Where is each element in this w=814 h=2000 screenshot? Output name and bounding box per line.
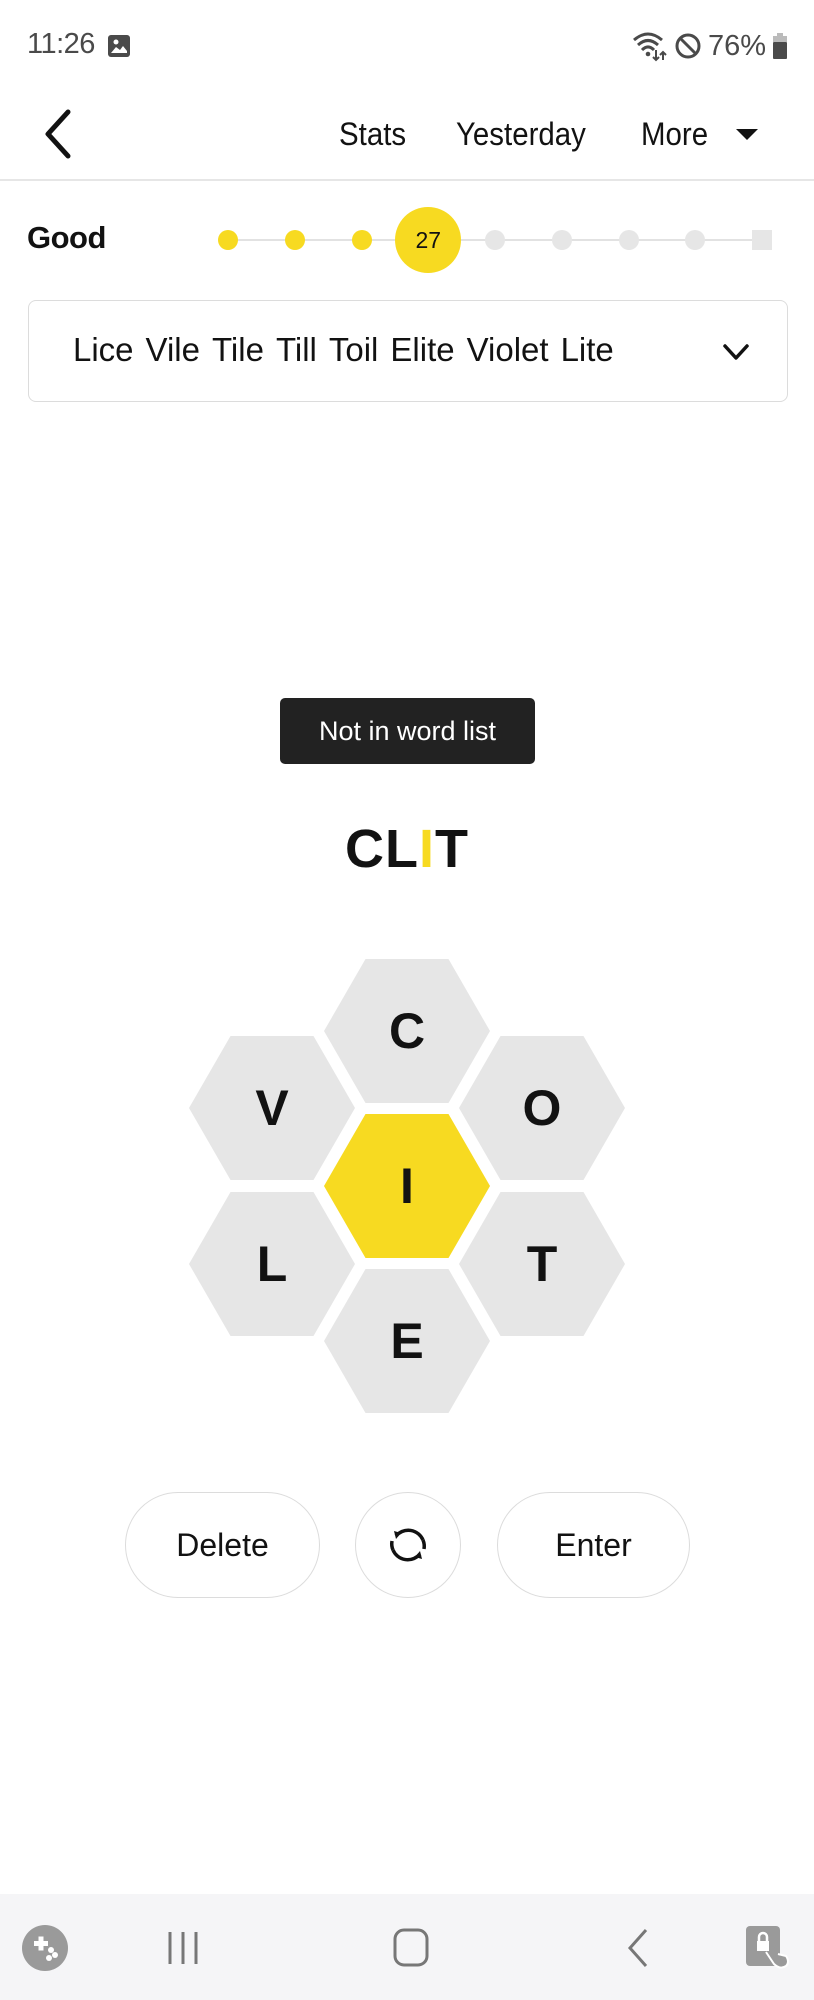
hive-cell-upper-left[interactable]: V <box>189 1036 355 1180</box>
recent-apps-icon[interactable] <box>165 1924 201 1972</box>
hex-letter: C <box>389 1003 425 1059</box>
hex-letter: I <box>400 1158 414 1214</box>
home-icon[interactable] <box>391 1924 431 1972</box>
enter-button[interactable]: Enter <box>497 1492 690 1598</box>
shuffle-icon <box>390 1528 426 1562</box>
hive-center-cell[interactable]: I <box>324 1114 490 1258</box>
hive-cell-top[interactable]: C <box>324 959 490 1103</box>
hex-letter: E <box>390 1313 423 1369</box>
game-launcher-icon[interactable] <box>21 1924 69 1972</box>
hive-cell-bottom[interactable]: E <box>324 1269 490 1413</box>
hex-letter: T <box>527 1236 558 1292</box>
letter-hive: I C V O L T E <box>0 0 814 2000</box>
hive-actions: Delete Enter <box>0 1492 814 1600</box>
hive-cell-lower-right[interactable]: T <box>459 1192 625 1336</box>
hex-letter: V <box>255 1080 289 1136</box>
hex-letter: L <box>257 1236 288 1292</box>
hive-cell-upper-right[interactable]: O <box>459 1036 625 1180</box>
shuffle-button[interactable] <box>355 1492 461 1598</box>
hex-letter: O <box>523 1080 562 1136</box>
hive-cell-lower-left[interactable]: L <box>189 1192 355 1336</box>
android-nav-bar <box>0 1894 814 2000</box>
back-icon[interactable] <box>622 1924 654 1972</box>
delete-button[interactable]: Delete <box>125 1492 320 1598</box>
screen-lock-icon[interactable] <box>744 1924 792 1972</box>
